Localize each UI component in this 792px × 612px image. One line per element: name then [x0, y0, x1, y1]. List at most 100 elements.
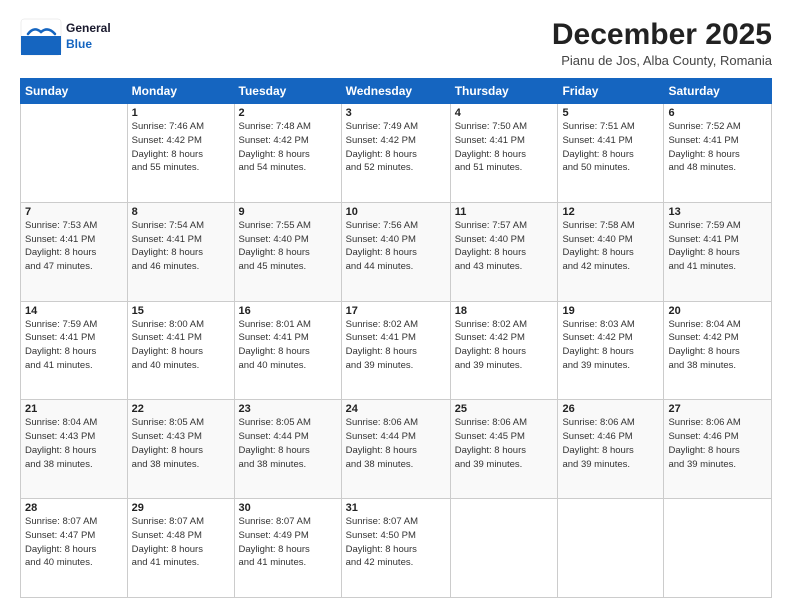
day-number: 21 [25, 403, 123, 415]
day-number: 8 [132, 206, 230, 218]
header-saturday: Saturday [664, 79, 772, 104]
calendar-day-cell: 27Sunrise: 8:06 AM Sunset: 4:46 PM Dayli… [664, 400, 772, 499]
header: General Blue December 2025 Pianu de Jos,… [20, 18, 772, 68]
calendar-header: SundayMondayTuesdayWednesdayThursdayFrid… [21, 79, 772, 104]
header-friday: Friday [558, 79, 664, 104]
calendar-day-cell [450, 499, 558, 598]
calendar-day-cell: 19Sunrise: 8:03 AM Sunset: 4:42 PM Dayli… [558, 301, 664, 400]
day-info: Sunrise: 7:50 AM Sunset: 4:41 PM Dayligh… [455, 120, 554, 175]
calendar-day-cell: 12Sunrise: 7:58 AM Sunset: 4:40 PM Dayli… [558, 202, 664, 301]
calendar-day-cell: 26Sunrise: 8:06 AM Sunset: 4:46 PM Dayli… [558, 400, 664, 499]
day-info: Sunrise: 8:07 AM Sunset: 4:49 PM Dayligh… [239, 515, 337, 570]
day-info: Sunrise: 7:53 AM Sunset: 4:41 PM Dayligh… [25, 219, 123, 274]
calendar-day-cell: 16Sunrise: 8:01 AM Sunset: 4:41 PM Dayli… [234, 301, 341, 400]
day-number: 28 [25, 502, 123, 514]
calendar-day-cell: 3Sunrise: 7:49 AM Sunset: 4:42 PM Daylig… [341, 104, 450, 203]
calendar-day-cell: 31Sunrise: 8:07 AM Sunset: 4:50 PM Dayli… [341, 499, 450, 598]
day-number: 24 [346, 403, 446, 415]
calendar-week-row: 7Sunrise: 7:53 AM Sunset: 4:41 PM Daylig… [21, 202, 772, 301]
calendar-day-cell: 22Sunrise: 8:05 AM Sunset: 4:43 PM Dayli… [127, 400, 234, 499]
calendar-week-row: 14Sunrise: 7:59 AM Sunset: 4:41 PM Dayli… [21, 301, 772, 400]
day-number: 14 [25, 305, 123, 317]
day-info: Sunrise: 7:58 AM Sunset: 4:40 PM Dayligh… [562, 219, 659, 274]
day-number: 25 [455, 403, 554, 415]
day-info: Sunrise: 8:02 AM Sunset: 4:42 PM Dayligh… [455, 318, 554, 373]
day-info: Sunrise: 8:06 AM Sunset: 4:45 PM Dayligh… [455, 416, 554, 471]
day-number: 23 [239, 403, 337, 415]
header-sunday: Sunday [21, 79, 128, 104]
day-info: Sunrise: 8:07 AM Sunset: 4:50 PM Dayligh… [346, 515, 446, 570]
calendar-day-cell: 1Sunrise: 7:46 AM Sunset: 4:42 PM Daylig… [127, 104, 234, 203]
page: General Blue December 2025 Pianu de Jos,… [0, 0, 792, 612]
calendar-week-row: 28Sunrise: 8:07 AM Sunset: 4:47 PM Dayli… [21, 499, 772, 598]
main-title: December 2025 [552, 18, 772, 51]
header-wednesday: Wednesday [341, 79, 450, 104]
day-number: 20 [668, 305, 767, 317]
calendar-day-cell: 17Sunrise: 8:02 AM Sunset: 4:41 PM Dayli… [341, 301, 450, 400]
day-info: Sunrise: 8:06 AM Sunset: 4:46 PM Dayligh… [668, 416, 767, 471]
calendar-table: SundayMondayTuesdayWednesdayThursdayFrid… [20, 78, 772, 598]
calendar-day-cell: 28Sunrise: 8:07 AM Sunset: 4:47 PM Dayli… [21, 499, 128, 598]
calendar-day-cell: 15Sunrise: 8:00 AM Sunset: 4:41 PM Dayli… [127, 301, 234, 400]
calendar-day-cell: 24Sunrise: 8:06 AM Sunset: 4:44 PM Dayli… [341, 400, 450, 499]
day-number: 17 [346, 305, 446, 317]
day-info: Sunrise: 8:03 AM Sunset: 4:42 PM Dayligh… [562, 318, 659, 373]
day-number: 19 [562, 305, 659, 317]
calendar-day-cell: 6Sunrise: 7:52 AM Sunset: 4:41 PM Daylig… [664, 104, 772, 203]
calendar-week-row: 1Sunrise: 7:46 AM Sunset: 4:42 PM Daylig… [21, 104, 772, 203]
day-info: Sunrise: 8:06 AM Sunset: 4:44 PM Dayligh… [346, 416, 446, 471]
day-info: Sunrise: 7:59 AM Sunset: 4:41 PM Dayligh… [25, 318, 123, 373]
calendar-day-cell: 14Sunrise: 7:59 AM Sunset: 4:41 PM Dayli… [21, 301, 128, 400]
calendar-body: 1Sunrise: 7:46 AM Sunset: 4:42 PM Daylig… [21, 104, 772, 598]
day-info: Sunrise: 7:59 AM Sunset: 4:41 PM Dayligh… [668, 219, 767, 274]
calendar-day-cell: 20Sunrise: 8:04 AM Sunset: 4:42 PM Dayli… [664, 301, 772, 400]
day-info: Sunrise: 7:51 AM Sunset: 4:41 PM Dayligh… [562, 120, 659, 175]
calendar-day-cell: 8Sunrise: 7:54 AM Sunset: 4:41 PM Daylig… [127, 202, 234, 301]
day-number: 4 [455, 107, 554, 119]
day-number: 1 [132, 107, 230, 119]
day-info: Sunrise: 7:54 AM Sunset: 4:41 PM Dayligh… [132, 219, 230, 274]
calendar-day-cell: 21Sunrise: 8:04 AM Sunset: 4:43 PM Dayli… [21, 400, 128, 499]
logo-svg [20, 18, 62, 56]
day-info: Sunrise: 7:57 AM Sunset: 4:40 PM Dayligh… [455, 219, 554, 274]
day-number: 6 [668, 107, 767, 119]
calendar-day-cell: 10Sunrise: 7:56 AM Sunset: 4:40 PM Dayli… [341, 202, 450, 301]
day-number: 12 [562, 206, 659, 218]
day-info: Sunrise: 8:01 AM Sunset: 4:41 PM Dayligh… [239, 318, 337, 373]
day-number: 27 [668, 403, 767, 415]
logo: General Blue [20, 18, 111, 56]
day-number: 26 [562, 403, 659, 415]
day-number: 31 [346, 502, 446, 514]
day-info: Sunrise: 8:04 AM Sunset: 4:43 PM Dayligh… [25, 416, 123, 471]
day-number: 3 [346, 107, 446, 119]
day-info: Sunrise: 7:52 AM Sunset: 4:41 PM Dayligh… [668, 120, 767, 175]
day-number: 16 [239, 305, 337, 317]
calendar-day-cell: 11Sunrise: 7:57 AM Sunset: 4:40 PM Dayli… [450, 202, 558, 301]
day-number: 2 [239, 107, 337, 119]
calendar-day-cell [21, 104, 128, 203]
calendar-day-cell: 29Sunrise: 8:07 AM Sunset: 4:48 PM Dayli… [127, 499, 234, 598]
calendar-day-cell [664, 499, 772, 598]
day-number: 11 [455, 206, 554, 218]
day-info: Sunrise: 8:06 AM Sunset: 4:46 PM Dayligh… [562, 416, 659, 471]
calendar-day-cell: 7Sunrise: 7:53 AM Sunset: 4:41 PM Daylig… [21, 202, 128, 301]
day-number: 29 [132, 502, 230, 514]
calendar-week-row: 21Sunrise: 8:04 AM Sunset: 4:43 PM Dayli… [21, 400, 772, 499]
day-info: Sunrise: 8:05 AM Sunset: 4:44 PM Dayligh… [239, 416, 337, 471]
day-info: Sunrise: 8:07 AM Sunset: 4:47 PM Dayligh… [25, 515, 123, 570]
day-info: Sunrise: 8:00 AM Sunset: 4:41 PM Dayligh… [132, 318, 230, 373]
day-number: 7 [25, 206, 123, 218]
calendar-day-cell: 5Sunrise: 7:51 AM Sunset: 4:41 PM Daylig… [558, 104, 664, 203]
day-number: 18 [455, 305, 554, 317]
day-number: 9 [239, 206, 337, 218]
calendar-day-cell: 13Sunrise: 7:59 AM Sunset: 4:41 PM Dayli… [664, 202, 772, 301]
day-number: 13 [668, 206, 767, 218]
day-info: Sunrise: 8:07 AM Sunset: 4:48 PM Dayligh… [132, 515, 230, 570]
calendar-day-cell: 18Sunrise: 8:02 AM Sunset: 4:42 PM Dayli… [450, 301, 558, 400]
day-number: 10 [346, 206, 446, 218]
day-info: Sunrise: 8:05 AM Sunset: 4:43 PM Dayligh… [132, 416, 230, 471]
calendar-day-cell: 30Sunrise: 8:07 AM Sunset: 4:49 PM Dayli… [234, 499, 341, 598]
day-info: Sunrise: 7:55 AM Sunset: 4:40 PM Dayligh… [239, 219, 337, 274]
calendar-day-cell: 4Sunrise: 7:50 AM Sunset: 4:41 PM Daylig… [450, 104, 558, 203]
header-row: SundayMondayTuesdayWednesdayThursdayFrid… [21, 79, 772, 104]
